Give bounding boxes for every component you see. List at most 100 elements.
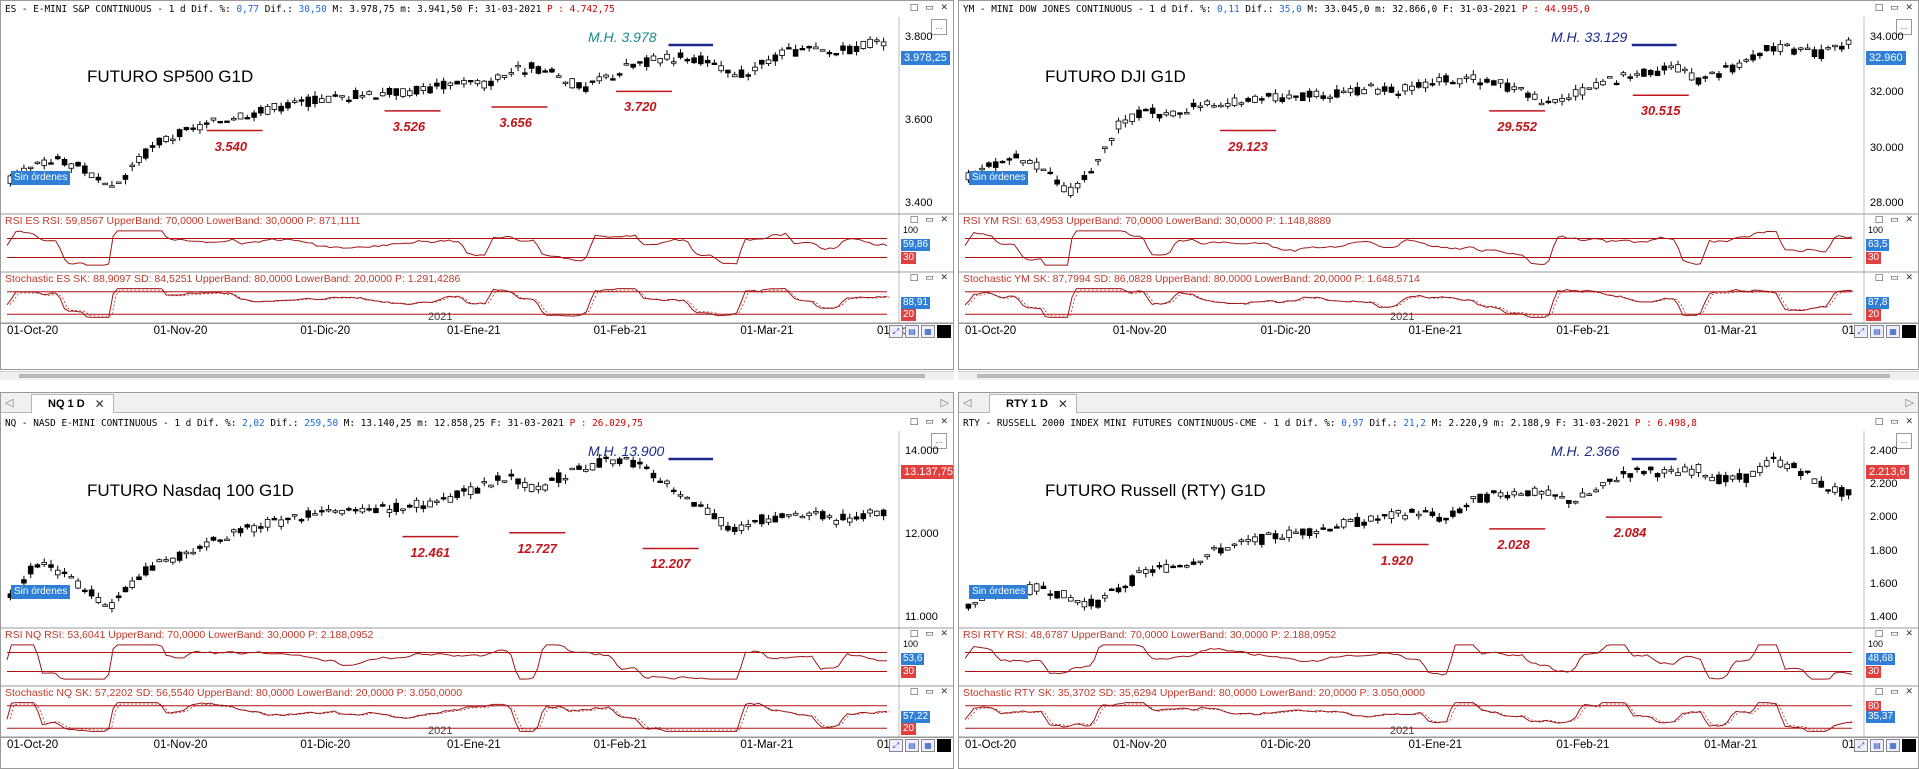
stoch-window-buttons[interactable]: □ ▭ ✕ (910, 687, 950, 697)
chart-menu-button[interactable]: … (931, 19, 947, 35)
candle-body (197, 545, 203, 549)
sin-ordenes-badge[interactable]: Sin órdenes (969, 171, 1029, 185)
save-icon[interactable]: ▤ (905, 325, 919, 338)
candle-body (833, 520, 839, 525)
candle-body (1620, 470, 1627, 475)
stoch-value-tag: 87,8 (1866, 297, 1890, 309)
candle-body (454, 490, 460, 498)
candle-body (1504, 82, 1511, 92)
candle-body (447, 496, 454, 503)
chart-menu-button[interactable]: … (1896, 433, 1912, 449)
zoom-icon[interactable]: ⤢ (1854, 739, 1868, 752)
candle-body (1716, 73, 1722, 78)
candle-body (278, 519, 284, 527)
candle-body (102, 182, 108, 186)
sin-ordenes-badge[interactable]: Sin órdenes (11, 171, 71, 185)
candle-body (1818, 480, 1825, 488)
template-icon[interactable]: ▦ (1886, 739, 1900, 752)
candle-body (718, 65, 724, 72)
candle-body (1443, 517, 1449, 521)
y-tick-label: 1.800 (1870, 544, 1898, 557)
candle-body (1675, 472, 1681, 477)
support-label: 29.552 (1497, 118, 1537, 134)
candle-body (542, 484, 548, 491)
candle-body (1538, 491, 1545, 495)
last-price-tag: 3.978,25 (901, 51, 950, 65)
date-axis: 01-Oct-20 01-Nov-20 01-Dic-20 01-Ene-21 01-F… (959, 323, 1918, 340)
zoom-icon[interactable]: ⤢ (1854, 325, 1868, 338)
candle-body (725, 525, 731, 531)
candle-body (1265, 532, 1272, 535)
stoch-low-tag: 20 (901, 309, 917, 321)
panel-nq[interactable]: ◁ ▷ NQ 1 D ✕ NQ - NASD E-MINI CONTINUOUS - 1… (0, 392, 954, 769)
panel-rty[interactable]: ◁ ▷ RTY 1 D ✕ RTY - RUSSELL 2000 INDEX MINI … (958, 392, 1919, 769)
stoch-label: Stochastic ES SK: 88,9097 SD: 84,5251 Up… (5, 273, 461, 285)
color-icon[interactable] (937, 739, 951, 752)
candle-body (129, 164, 136, 168)
stoch-window-buttons[interactable]: □ ▭ ✕ (910, 273, 950, 283)
template-icon[interactable]: ▦ (1886, 325, 1900, 338)
candle-body (271, 103, 278, 110)
rsi-window-buttons[interactable]: □ ▭ ✕ (1875, 629, 1915, 639)
candle-body (48, 564, 54, 568)
candle-body (102, 604, 108, 607)
candle-body (298, 519, 305, 522)
scrollbar-thumb[interactable] (977, 374, 1891, 378)
candle-body (731, 526, 738, 533)
candle-body (1552, 494, 1558, 497)
candle-body (163, 135, 169, 142)
date-tick: 01-Oct-20 (7, 325, 59, 337)
rsi-window-buttons[interactable]: □ ▭ ✕ (1875, 215, 1915, 225)
candle-body (258, 106, 264, 114)
candle-body (427, 500, 433, 508)
candle-body (999, 160, 1006, 164)
sin-ordenes-badge[interactable]: Sin órdenes (969, 585, 1029, 599)
panel-es[interactable]: ES - E-MINI S&P CONTINUOUS - 1 d Dif. %:… (0, 0, 954, 370)
rsi-window-buttons[interactable]: □ ▭ ✕ (910, 215, 950, 225)
horizontal-scrollbar[interactable] (0, 371, 954, 380)
candle-body (1381, 86, 1388, 92)
sin-ordenes-badge[interactable]: Sin órdenes (11, 585, 71, 599)
rsi-value-tag: 53,6 (901, 653, 925, 665)
candle-body (1368, 83, 1374, 87)
candle-body (1279, 97, 1286, 102)
candle-body (474, 80, 481, 85)
panel-ym[interactable]: YM - MINI DOW JONES CONTINUOUS - 1 d Dif… (958, 0, 1919, 370)
chart-title: FUTURO DJI G1D (1045, 67, 1186, 86)
candle-body (1156, 565, 1163, 568)
candle-body (346, 508, 352, 511)
color-icon[interactable] (1902, 325, 1916, 338)
candle-body (1777, 459, 1784, 468)
chart-toolbar: ⤢ ▤ ▦ (1854, 325, 1916, 338)
save-icon[interactable]: ▤ (905, 739, 919, 752)
rsi-window-buttons[interactable]: □ ▭ ✕ (910, 629, 950, 639)
horizontal-scrollbar[interactable] (958, 371, 1919, 380)
zoom-icon[interactable]: ⤢ (889, 739, 903, 752)
candle-body (1586, 493, 1593, 496)
candle-body (853, 46, 860, 52)
candle-body (1845, 489, 1852, 496)
candle-body (1122, 119, 1129, 124)
date-tick: 01-Mar-21 (1704, 739, 1758, 751)
candle-body (1770, 456, 1777, 460)
rsi-value-tag: 48,68 (1866, 653, 1896, 665)
candle-body (352, 509, 359, 512)
scrollbar-thumb[interactable] (19, 374, 926, 378)
color-icon[interactable] (1902, 739, 1916, 752)
candle-body (657, 58, 663, 64)
candle-body (1149, 107, 1156, 114)
candle-body (1115, 587, 1122, 593)
save-icon[interactable]: ▤ (1870, 739, 1884, 752)
stoch-window-buttons[interactable]: □ ▭ ✕ (1875, 273, 1915, 283)
stoch-window-buttons[interactable]: □ ▭ ✕ (1875, 687, 1915, 697)
candle-body (1709, 476, 1715, 482)
save-icon[interactable]: ▤ (1870, 325, 1884, 338)
rsi-label: RSI ES RSI: 59,8567 UpperBand: 70,0000 L… (5, 215, 361, 227)
candle-body (1115, 120, 1122, 130)
color-icon[interactable] (937, 325, 951, 338)
candle-body (1211, 546, 1217, 550)
template-icon[interactable]: ▦ (921, 325, 935, 338)
template-icon[interactable]: ▦ (921, 739, 935, 752)
zoom-icon[interactable]: ⤢ (889, 325, 903, 338)
candle-body (1102, 146, 1108, 150)
